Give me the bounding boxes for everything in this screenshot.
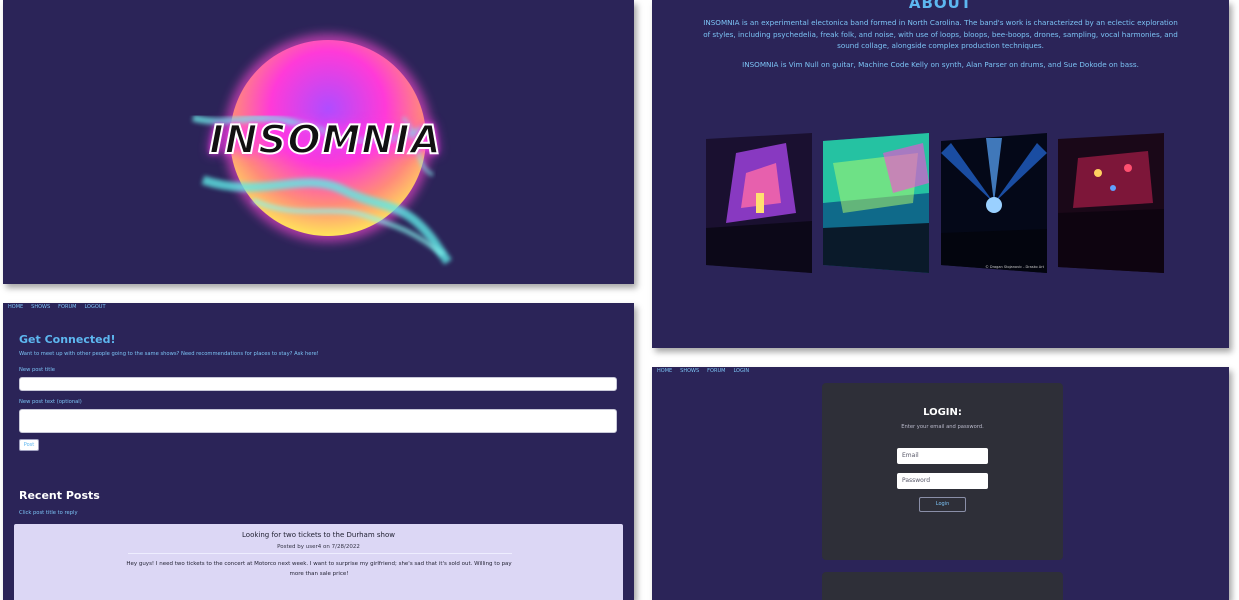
concert-photo-2 xyxy=(823,133,929,273)
hero-panel: INSOMNIA xyxy=(3,0,634,284)
band-logo-text: INSOMNIA xyxy=(208,117,442,164)
password-field[interactable]: Password xyxy=(897,473,988,489)
post-text-label: New post text (optional) xyxy=(19,399,82,405)
login-panel: HOME SHOWS FORUM LOGIN LOGIN: Enter your… xyxy=(652,367,1229,600)
forum-heading: Get Connected! xyxy=(19,333,116,346)
login-button[interactable]: Login xyxy=(919,497,966,512)
about-title: ABOUT xyxy=(908,0,973,12)
concert-photo-1 xyxy=(706,133,812,273)
login-nav: HOME SHOWS FORUM LOGIN xyxy=(654,367,754,377)
concert-photo-4 xyxy=(1058,133,1164,273)
post-meta: Posted by user4 on 7/28/2022 xyxy=(277,544,360,550)
login-subtitle: Enter your email and password. xyxy=(901,424,984,430)
post-title-label: New post title xyxy=(19,367,55,373)
nav-login-link[interactable]: LOGIN xyxy=(730,367,754,377)
concert-photo-3: © Dragan Stojanovic - Drasko Art xyxy=(941,133,1047,273)
nav-shows-link[interactable]: SHOWS xyxy=(28,303,55,313)
nav-logout-link[interactable]: LOGOUT xyxy=(81,303,110,313)
nav-home-link[interactable]: HOME xyxy=(5,303,28,313)
post-divider xyxy=(128,553,512,554)
nav-forum-link[interactable]: FORUM xyxy=(704,367,730,377)
about-panel: ABOUT INSOMNIA is an experimental electo… xyxy=(652,0,1229,348)
forum-panel: HOME SHOWS FORUM LOGOUT Get Connected! W… xyxy=(3,303,634,600)
post-body: Hey guys! I need two tickets to the conc… xyxy=(126,561,512,577)
forum-subheading: Want to meet up with other people going … xyxy=(19,351,319,357)
recent-posts-heading: Recent Posts xyxy=(19,489,100,502)
secondary-card xyxy=(822,572,1063,600)
about-paragraph-1: INSOMNIA is an experimental electonica b… xyxy=(703,18,1178,50)
nav-shows-link[interactable]: SHOWS xyxy=(677,367,704,377)
post-title-input[interactable] xyxy=(19,377,617,391)
login-title: LOGIN: xyxy=(923,407,962,418)
forum-nav: HOME SHOWS FORUM LOGOUT xyxy=(5,303,111,313)
post-button[interactable]: Post xyxy=(19,439,39,451)
post-card: Looking for two tickets to the Durham sh… xyxy=(14,524,623,600)
about-paragraph-2: INSOMNIA is Vim Null on guitar, Machine … xyxy=(742,60,1139,69)
post-title-link[interactable]: Looking for two tickets to the Durham sh… xyxy=(14,531,623,539)
nav-forum-link[interactable]: FORUM xyxy=(55,303,81,313)
nav-home-link[interactable]: HOME xyxy=(654,367,677,377)
login-card: LOGIN: Enter your email and password. Em… xyxy=(822,383,1063,560)
email-field[interactable]: Email xyxy=(897,448,988,464)
recent-posts-hint: Click post title to reply xyxy=(19,510,78,516)
photo-credit: © Dragan Stojanovic - Drasko Art xyxy=(985,265,1044,269)
post-text-input[interactable] xyxy=(19,409,617,433)
